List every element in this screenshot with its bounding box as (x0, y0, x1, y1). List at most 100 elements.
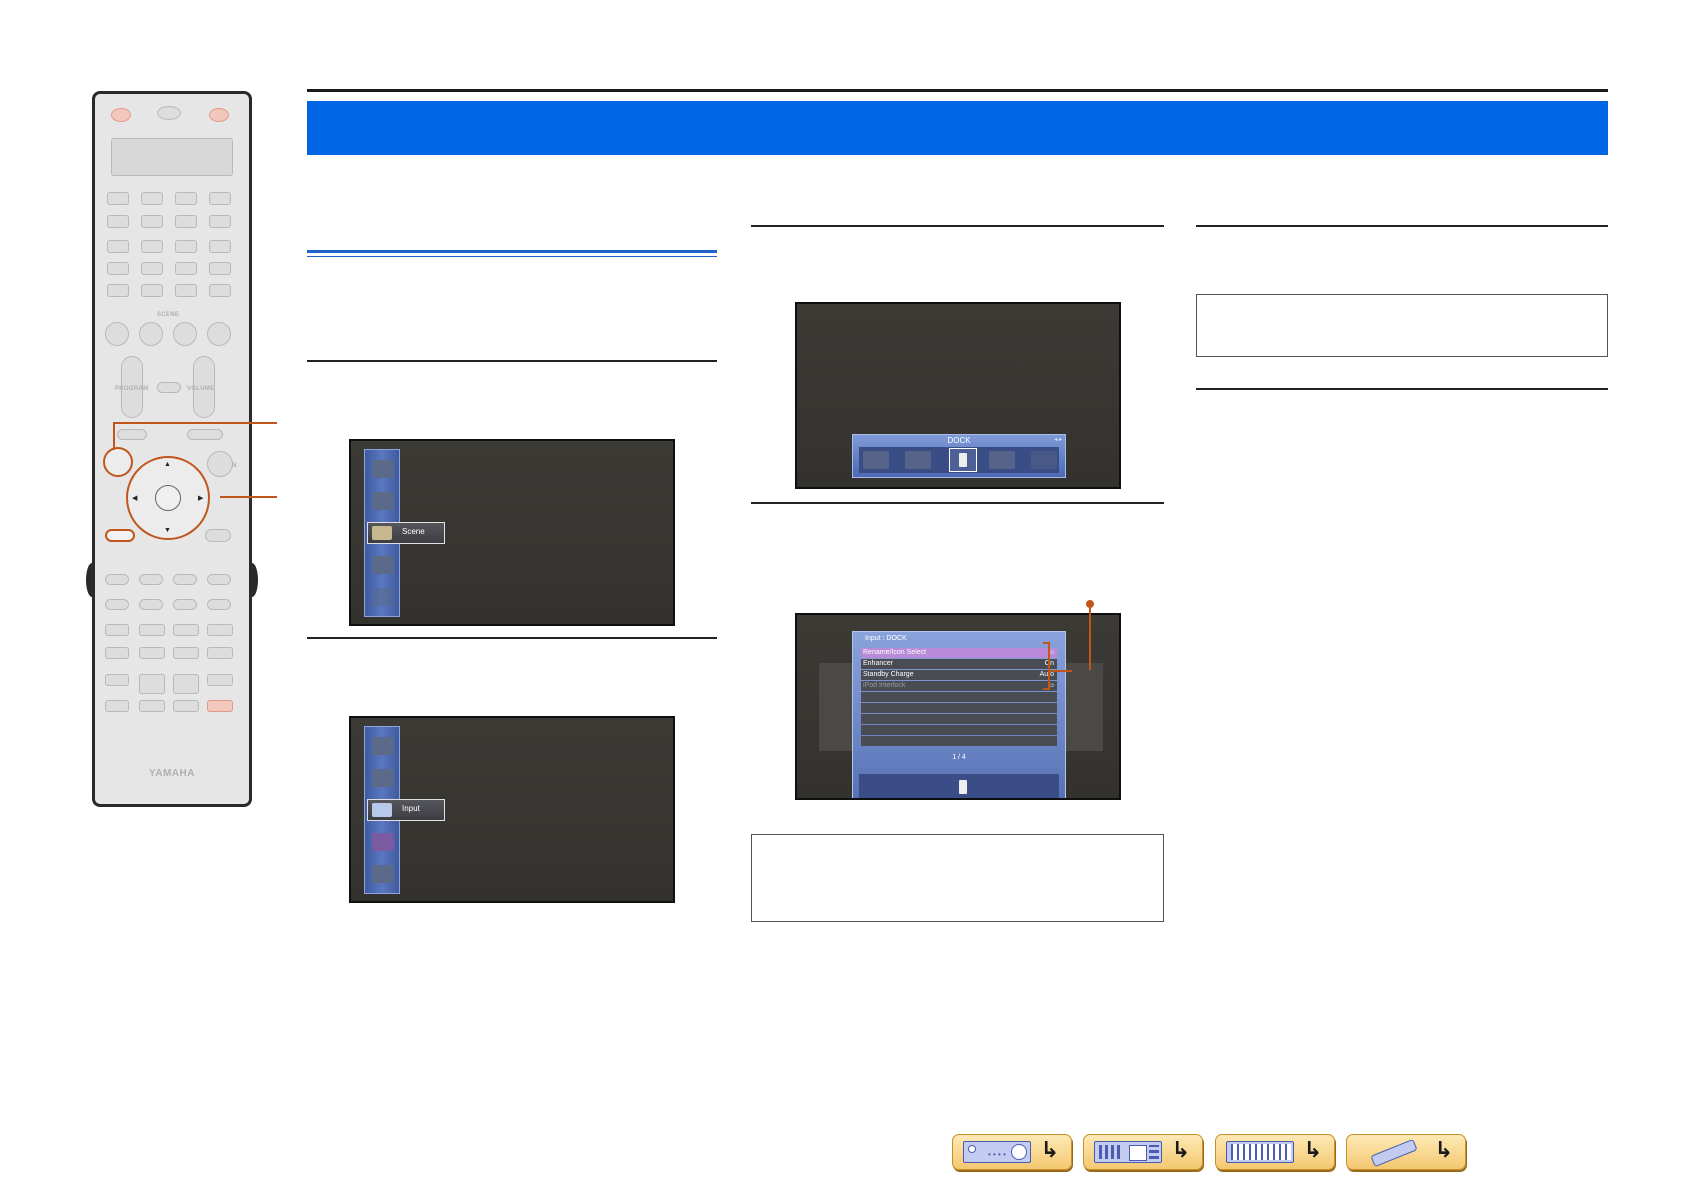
remote-key (139, 624, 165, 636)
mute-button (157, 382, 181, 393)
remote-control: SCENE PROGRAM VOLUME OPTION ▲ ▼ ◀ ▶ (92, 91, 252, 807)
note-box (1196, 294, 1608, 357)
header-top-rule (307, 89, 1608, 92)
setting-icon (372, 865, 394, 883)
option-row-standby-charge: Standby Charge Auto (861, 670, 1057, 680)
note-box (751, 834, 1164, 922)
jump-arrow-icon: ↳ (1434, 1138, 1453, 1163)
callout-bracket (1048, 642, 1050, 690)
remote-key (107, 192, 129, 205)
remote-key (105, 647, 129, 659)
dock-icon (949, 775, 977, 798)
remote-key (207, 647, 233, 659)
sound-icon (372, 588, 394, 606)
menu-item-input: Input (367, 799, 445, 821)
remote-key (173, 647, 199, 659)
remote-key (105, 599, 129, 610)
jump-arrow-icon: ↳ (1171, 1138, 1190, 1163)
rear-panel-nav-button[interactable]: ↳ (1083, 1134, 1203, 1170)
callout-line-cursor (220, 496, 277, 498)
step-rule-6 (1196, 388, 1608, 390)
osd-screen-scene-menu: Scene (349, 439, 675, 626)
remote-key (107, 262, 129, 275)
option-label: iPod Interlock (863, 682, 906, 689)
remote-key (107, 240, 129, 253)
info-icon (372, 492, 394, 510)
step-rule-4 (751, 502, 1164, 504)
io-panel-icon (1226, 1141, 1294, 1163)
sound-icon (372, 833, 394, 851)
callout-line-setup (113, 422, 277, 424)
remote-key (175, 215, 197, 228)
step-rule-3 (751, 225, 1164, 227)
power-button-right (209, 108, 229, 122)
remote-key (207, 574, 231, 585)
display-button (205, 529, 231, 542)
remote-key (141, 284, 163, 297)
remote-key (139, 674, 165, 694)
source-switch (157, 106, 181, 120)
input-icon (863, 451, 889, 469)
remote-key (105, 674, 129, 686)
option-row-empty (861, 692, 1057, 702)
remote-display-window (111, 138, 233, 176)
remote-control-icon (1357, 1138, 1425, 1168)
remote-key (209, 215, 231, 228)
front-panel-nav-button[interactable]: • • • • ↳ (952, 1134, 1072, 1170)
callout-bracket-top (1043, 642, 1049, 644)
input-icon (372, 556, 394, 574)
popup-menu-button (187, 429, 223, 440)
setup-button (103, 447, 133, 477)
menu-item-label: Input (402, 804, 420, 813)
scene-label: SCENE (157, 312, 180, 318)
remote-control-nav-button[interactable]: ↳ (1346, 1134, 1466, 1170)
jump-arrow-icon: ↳ (1040, 1138, 1059, 1163)
volume-label: VOLUME (187, 386, 215, 392)
input-select-bar: DOCK ◂ ▸ (852, 434, 1066, 478)
remote-key (105, 574, 129, 585)
scene-icon (372, 769, 394, 787)
remote-key (175, 262, 197, 275)
remote-key (173, 700, 199, 712)
remote-key (209, 284, 231, 297)
remote-key (209, 262, 231, 275)
setting-icon (372, 460, 394, 478)
remote-key (139, 700, 165, 712)
scene-icon (372, 526, 392, 540)
option-button (207, 451, 233, 477)
callout-link (1048, 670, 1072, 672)
remote-key (173, 674, 199, 694)
remote-key (207, 624, 233, 636)
callout-line-options-dot (1086, 600, 1094, 608)
input-icon (1031, 451, 1057, 469)
dock-icon (949, 448, 977, 472)
remote-key (175, 284, 197, 297)
remote-key (141, 192, 163, 205)
callout-line-setup-drop (113, 422, 115, 450)
option-row-empty (861, 736, 1057, 746)
remote-key (139, 574, 163, 585)
cursor-up-icon: ▲ (164, 461, 171, 468)
remote-key (139, 599, 163, 610)
remote-key (209, 192, 231, 205)
io-panel-nav-button[interactable]: ↳ (1215, 1134, 1335, 1170)
scene-button-1 (105, 322, 129, 346)
osd-screen-input-options: Input : DOCK Rename/Icon Select ▭ Enhanc… (795, 613, 1121, 800)
menu-item-scene: Scene (367, 522, 445, 544)
power-button-left (111, 108, 131, 122)
page-indicator: 1 / 4 (952, 754, 966, 761)
info-icon (372, 737, 394, 755)
remote-key (141, 215, 163, 228)
cursor-pad: ▲ ▼ ◀ ▶ (126, 456, 210, 540)
remote-key (141, 240, 163, 253)
input-icon-strip (859, 447, 1059, 473)
scene-button-3 (173, 322, 197, 346)
scene-button-2 (139, 322, 163, 346)
callout-line-options (1089, 604, 1091, 670)
option-label: Enhancer (863, 660, 893, 667)
top-menu-button (117, 429, 147, 440)
input-icon (905, 451, 931, 469)
front-panel-icon: • • • • (963, 1141, 1031, 1163)
scroll-indicator-icon: ◂ ▸ (1054, 437, 1062, 443)
option-row-ipod-interlock: iPod Interlock ▭ (861, 681, 1057, 691)
